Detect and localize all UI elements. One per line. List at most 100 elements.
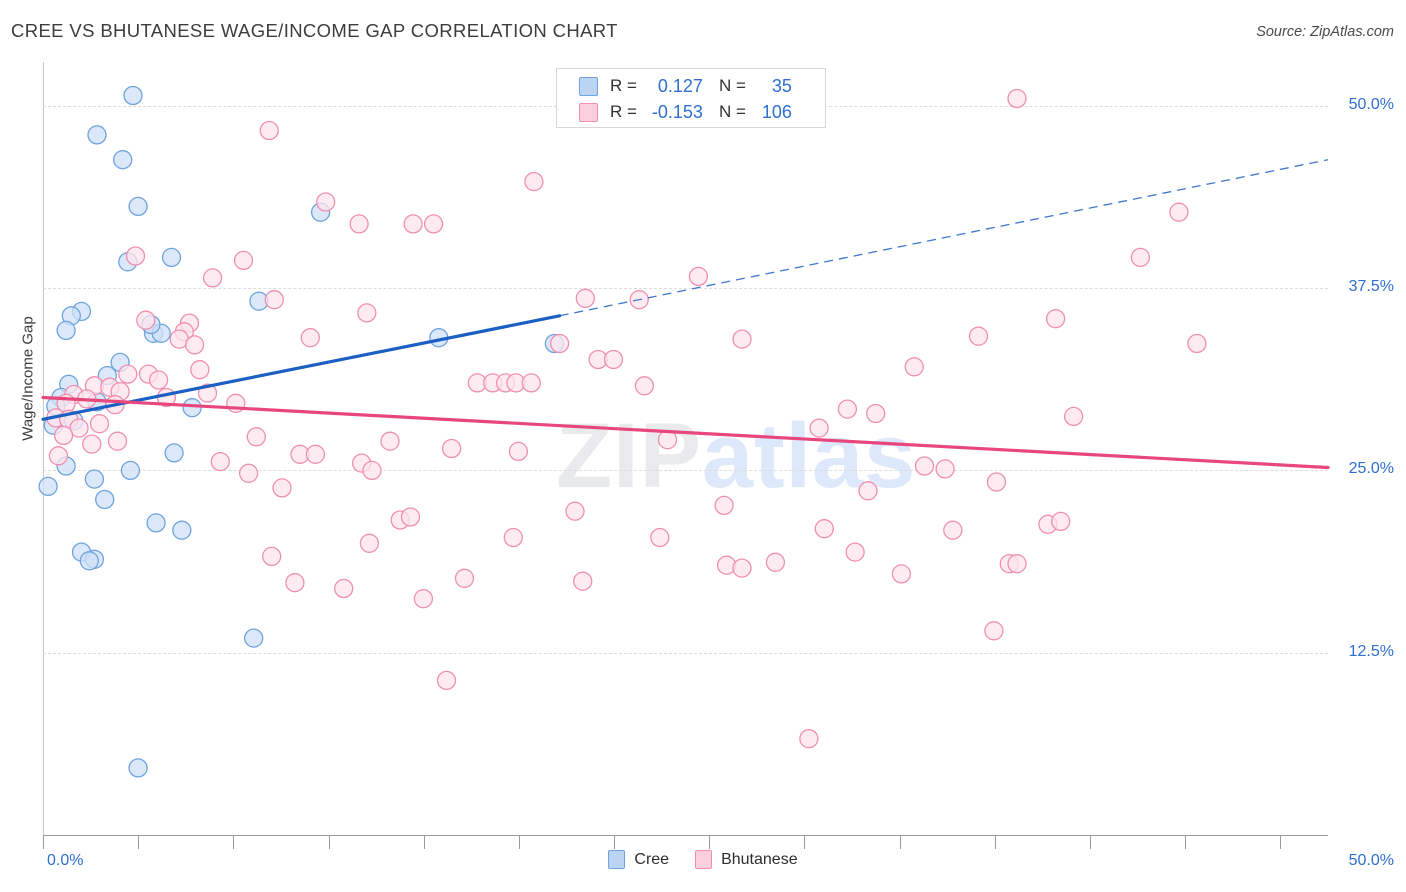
data-point	[316, 192, 336, 212]
x-tick	[43, 836, 44, 849]
data-point	[244, 628, 264, 648]
series-legend: Cree Bhutanese	[0, 850, 1406, 869]
legend-swatch-cree	[579, 76, 598, 96]
data-point	[565, 501, 585, 521]
data-point	[688, 266, 709, 287]
data-point	[858, 481, 878, 501]
data-point	[1187, 333, 1207, 354]
series-swatch-bhutanese	[695, 850, 713, 869]
legend-r-value-bhutanese: -0.153	[651, 101, 703, 122]
data-point	[146, 513, 166, 533]
data-point	[128, 196, 148, 217]
data-point	[732, 558, 752, 578]
data-point	[814, 519, 834, 539]
data-point	[732, 329, 752, 349]
data-point	[125, 246, 146, 266]
data-point	[164, 443, 184, 463]
data-point	[89, 414, 110, 434]
data-point	[904, 357, 924, 377]
data-point	[120, 460, 141, 481]
plot-area	[38, 62, 1330, 835]
x-tick	[1280, 836, 1282, 849]
data-point	[95, 489, 115, 510]
legend-row-cree: R = 0.127 N = 35	[579, 73, 792, 99]
scatter-layer	[38, 85, 1330, 778]
trend-line-projection-cree	[559, 159, 1329, 317]
x-tick	[709, 836, 711, 849]
data-point	[436, 670, 457, 691]
data-point	[603, 349, 624, 370]
series-label-bhutanese: Bhutanese	[721, 850, 798, 868]
legend-swatch-bhutanese	[579, 102, 598, 122]
x-tick	[1090, 836, 1092, 849]
x-tick	[614, 836, 616, 849]
x-tick	[233, 836, 235, 849]
y-tick-label: 25.0%	[1348, 460, 1394, 478]
data-point	[262, 546, 282, 567]
data-point	[359, 533, 380, 553]
data-point	[1045, 309, 1066, 329]
data-point	[1063, 406, 1084, 427]
x-axis-line	[43, 835, 1328, 836]
data-point	[48, 446, 69, 466]
legend-n-value-bhutanese: 106	[761, 101, 792, 122]
series-points-bhutanese	[46, 88, 1207, 749]
data-point	[53, 425, 74, 446]
data-point	[575, 288, 595, 308]
data-point	[305, 444, 326, 464]
data-point	[650, 527, 670, 548]
x-tick	[994, 836, 996, 849]
data-point	[84, 469, 105, 489]
series-legend-item-bhutanese[interactable]: Bhutanese	[695, 850, 798, 869]
data-point	[441, 438, 462, 459]
data-point	[184, 335, 205, 355]
x-tick	[804, 836, 806, 849]
data-point	[38, 476, 58, 497]
data-point	[521, 373, 541, 393]
x-tick	[899, 836, 901, 849]
x-tick	[423, 836, 425, 849]
data-point	[714, 495, 734, 516]
source-attribution: Source: ZipAtlas.com	[1256, 24, 1394, 40]
data-point	[357, 303, 377, 323]
data-point	[285, 573, 305, 593]
data-point	[190, 360, 210, 380]
y-tick-label: 37.5%	[1348, 278, 1394, 296]
legend-n-value-cree: 35	[771, 75, 792, 96]
data-point	[549, 333, 570, 354]
data-point	[914, 456, 935, 476]
legend-r-label-cree: R =	[610, 76, 637, 95]
correlation-chart: CREE VS BHUTANESE WAGE/INCOME GAP CORREL…	[0, 0, 1406, 892]
x-tick	[1185, 836, 1187, 849]
data-point	[118, 364, 138, 384]
data-point	[634, 376, 655, 396]
data-point	[349, 214, 369, 234]
data-point	[1169, 202, 1189, 222]
data-point	[891, 564, 912, 584]
data-point	[1007, 88, 1027, 109]
data-point	[1051, 511, 1071, 532]
data-point	[259, 120, 279, 141]
x-tick	[138, 836, 140, 849]
data-point	[172, 520, 192, 540]
data-point	[943, 520, 963, 540]
data-point	[845, 542, 865, 562]
data-point	[1130, 247, 1151, 268]
data-point	[113, 150, 133, 170]
series-legend-item-cree[interactable]: Cree	[608, 850, 669, 869]
data-point	[765, 552, 786, 572]
data-point	[935, 459, 955, 479]
data-point	[400, 507, 421, 527]
x-tick	[328, 836, 330, 849]
data-point	[334, 578, 354, 599]
y-axis-label: Wage/Income Gap	[19, 316, 37, 441]
data-point	[403, 214, 423, 234]
data-point	[148, 370, 169, 390]
data-point	[866, 403, 886, 424]
data-point	[524, 171, 544, 192]
data-point	[986, 472, 1007, 492]
data-point	[362, 460, 382, 481]
data-point	[182, 398, 202, 418]
y-tick-label: 12.5%	[1348, 642, 1394, 660]
data-point	[837, 399, 858, 419]
